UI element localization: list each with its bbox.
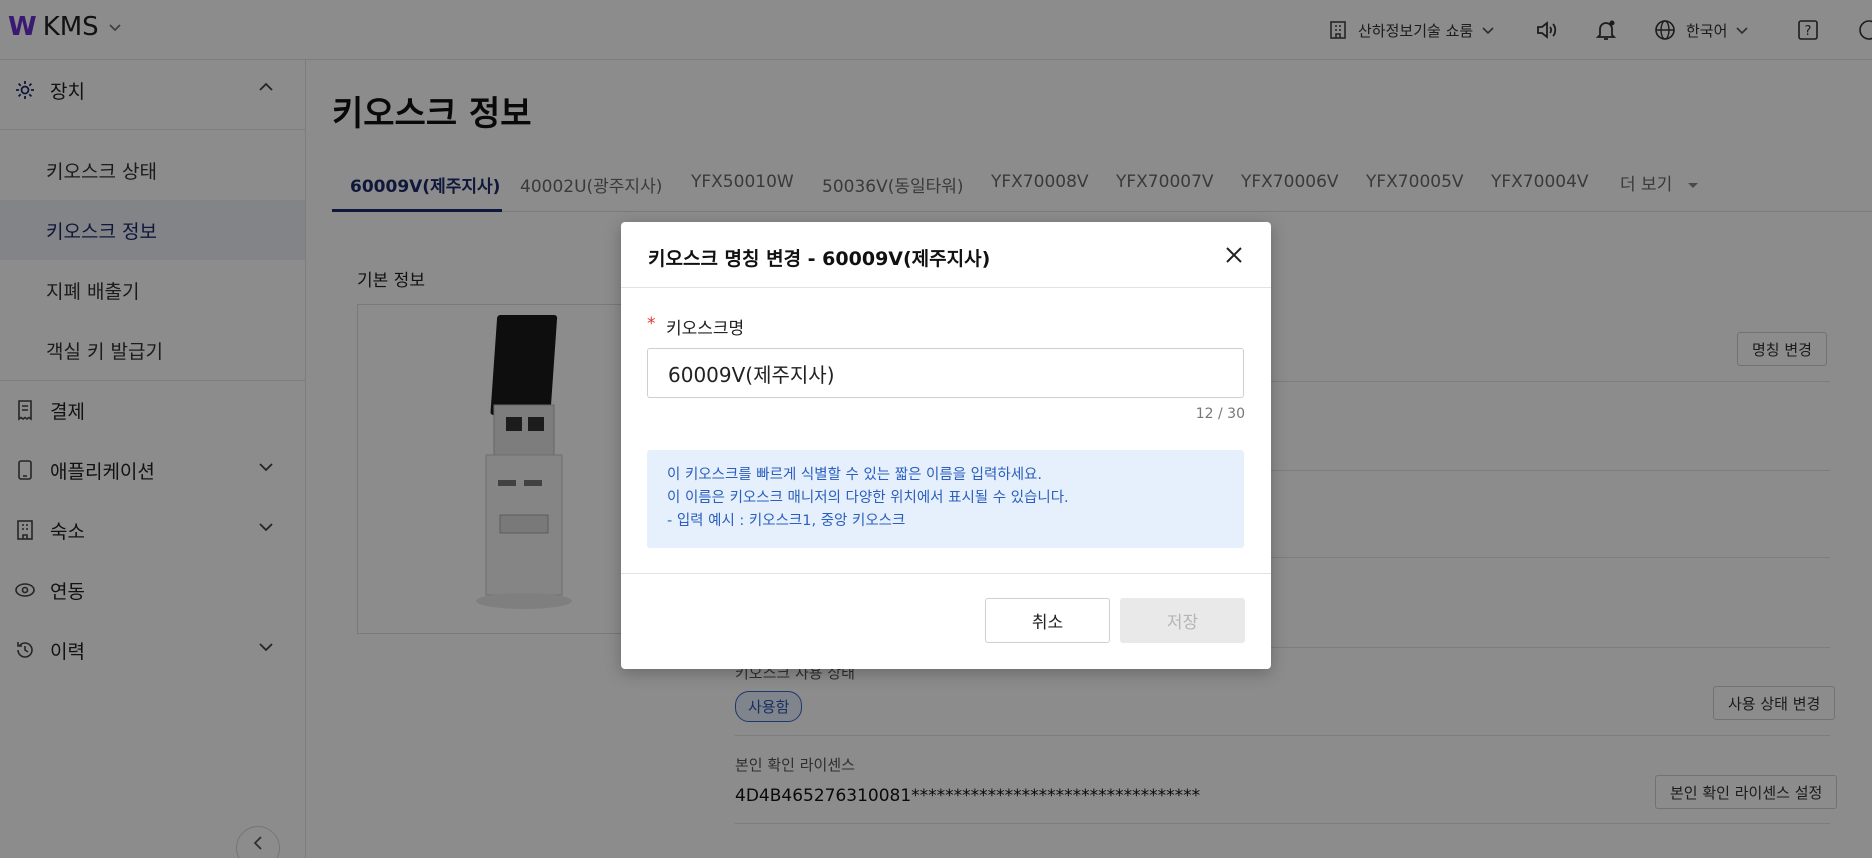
help-text: - 입력 예시 : 키오스크1, 중앙 키오스크	[667, 513, 906, 529]
divider	[621, 573, 1271, 574]
required-marker: *	[647, 314, 656, 334]
close-icon[interactable]	[1223, 244, 1245, 266]
dialog-header: 키오스크 명칭 변경 - 60009V(제주지사)	[621, 222, 1271, 288]
rename-kiosk-dialog: 키오스크 명칭 변경 - 60009V(제주지사) * 키오스크명 12 / 3…	[621, 222, 1271, 669]
kiosk-name-input[interactable]	[647, 348, 1244, 398]
help-notice: 이 키오스크를 빠르게 식별할 수 있는 짧은 이름을 입력하세요. 이 이름은…	[647, 450, 1244, 548]
cancel-button[interactable]: 취소	[985, 598, 1110, 643]
help-text: 이 이름은 키오스크 매니저의 다양한 위치에서 표시될 수 있습니다.	[667, 490, 1069, 506]
kiosk-name-label: 키오스크명	[666, 319, 745, 339]
help-text: 이 키오스크를 빠르게 식별할 수 있는 짧은 이름을 입력하세요.	[667, 467, 1042, 483]
dialog-title: 키오스크 명칭 변경 - 60009V(제주지사)	[648, 248, 991, 270]
character-counter: 12 / 30	[1195, 406, 1245, 422]
save-button[interactable]: 저장	[1120, 598, 1245, 643]
